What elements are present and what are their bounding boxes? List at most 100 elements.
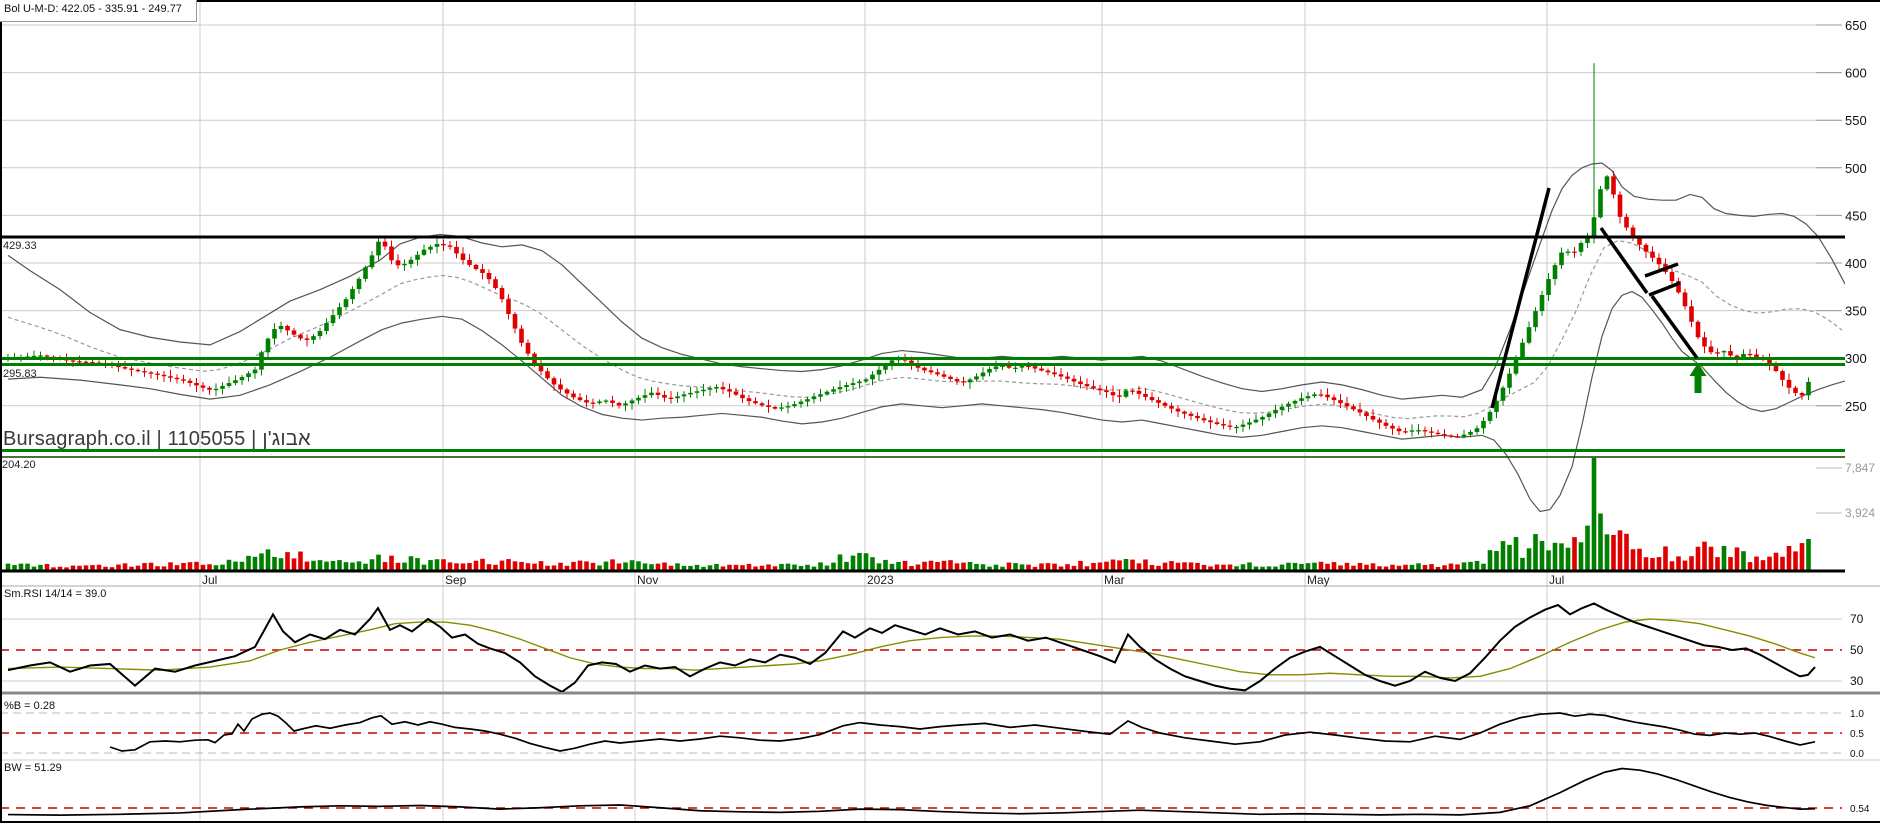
volume-bar	[363, 564, 368, 570]
volume-bar	[1462, 562, 1467, 570]
month-label-2: Nov	[637, 573, 658, 587]
volume-bar	[994, 565, 999, 570]
candle-body	[1702, 337, 1707, 346]
candle-body	[1117, 395, 1122, 396]
volume-bar	[1689, 556, 1694, 570]
volume-bar	[630, 560, 635, 570]
volume-bar	[1228, 564, 1233, 570]
volume-bar	[370, 559, 375, 570]
price-tick-label: 300	[1845, 351, 1867, 366]
candle-body	[519, 329, 524, 343]
candle-body	[1546, 279, 1551, 295]
volume-bar	[1052, 564, 1057, 570]
candle-body	[1104, 390, 1109, 392]
candle-body	[1163, 403, 1168, 406]
candle-body	[1618, 195, 1623, 217]
volume-bar	[487, 564, 492, 570]
volume-bar	[1429, 564, 1434, 570]
candle-body	[1013, 368, 1018, 369]
candle-body	[552, 378, 557, 384]
volume-bar	[1020, 564, 1025, 570]
candle-body	[630, 400, 635, 403]
candle-body	[396, 260, 401, 265]
candle-body	[428, 247, 433, 250]
volume-bar	[1741, 551, 1746, 570]
rsi-panel-label: Sm.RSI 14/14 = 39.0	[4, 588, 106, 600]
candle-body	[1410, 430, 1415, 431]
candle-body	[1065, 376, 1070, 378]
candle-body	[1429, 431, 1434, 432]
volume-bar	[389, 556, 394, 570]
candle-body	[565, 389, 570, 393]
volume-bar	[194, 562, 199, 570]
candle-body	[1137, 391, 1142, 394]
candle-body	[1793, 388, 1798, 393]
candle-body	[1039, 369, 1044, 371]
volume-bar	[97, 565, 102, 570]
volume-bar	[578, 561, 583, 570]
volume-bar	[1078, 561, 1083, 570]
volume-bar	[1416, 563, 1421, 570]
volume-bar	[961, 563, 966, 570]
candle-body	[1085, 384, 1090, 386]
candle-body	[1475, 428, 1480, 432]
volume-bar	[1241, 564, 1246, 570]
volume-bar	[1124, 559, 1129, 570]
volume-bar	[201, 565, 206, 570]
month-label-6: Jul	[1549, 573, 1564, 587]
volume-bar	[1767, 557, 1772, 570]
volume-bar	[350, 563, 355, 570]
candle-body	[1481, 421, 1486, 428]
volume-bar	[1085, 566, 1090, 570]
price-chart-canvas[interactable]: 6506005505004504003503002507,8473,924Jul…	[0, 0, 1880, 823]
indicator-tick-label: 0.54	[1850, 804, 1870, 815]
candle-body	[1182, 412, 1187, 414]
volume-bar	[38, 565, 43, 570]
volume-bar	[747, 564, 752, 570]
candle-body	[123, 367, 128, 368]
volume-bar	[1234, 566, 1239, 570]
indicator-tick-label: 70	[1850, 612, 1864, 626]
volume-bar	[1449, 564, 1454, 570]
volume-bar	[1364, 565, 1369, 570]
volume-bar	[649, 564, 654, 570]
volume-bar	[1137, 563, 1142, 570]
volume-bar	[6, 564, 11, 570]
volume-bar	[1715, 557, 1720, 570]
candle-body	[331, 315, 336, 323]
volume-bar	[948, 560, 953, 570]
price-tick-label: 250	[1845, 399, 1867, 414]
volume-bar	[1520, 558, 1525, 570]
candle-body	[792, 404, 797, 406]
volume-bar	[565, 566, 570, 570]
price-tick-label: 350	[1845, 304, 1867, 319]
candle-body	[77, 361, 82, 362]
volume-bar	[1384, 567, 1389, 570]
candle-body	[480, 269, 485, 273]
candle-body	[253, 370, 258, 374]
candle-body	[968, 379, 973, 382]
volume-bar	[149, 563, 154, 570]
candle-body	[591, 403, 596, 404]
candle-body	[1566, 252, 1571, 253]
candle-body	[623, 403, 628, 405]
candle-body	[487, 273, 492, 279]
candle-body	[311, 336, 316, 340]
volume-bar	[877, 563, 882, 570]
volume-bar	[1189, 562, 1194, 570]
volume-bar	[987, 567, 992, 570]
candle-body	[812, 397, 817, 399]
candle-body	[1254, 420, 1259, 423]
volume-bar	[545, 566, 550, 570]
bandwidth-panel-label: BW = 51.29	[4, 762, 62, 774]
volume-bar	[1072, 566, 1077, 570]
volume-bar	[610, 559, 615, 570]
candle-body	[617, 403, 622, 405]
volume-bar	[1644, 557, 1649, 570]
volume-bar	[1728, 557, 1733, 570]
volume-bar	[1410, 565, 1415, 570]
volume-bar	[1494, 551, 1499, 570]
volume-bar	[1293, 563, 1298, 570]
volume-bar	[714, 564, 719, 570]
candle-body	[259, 352, 264, 369]
